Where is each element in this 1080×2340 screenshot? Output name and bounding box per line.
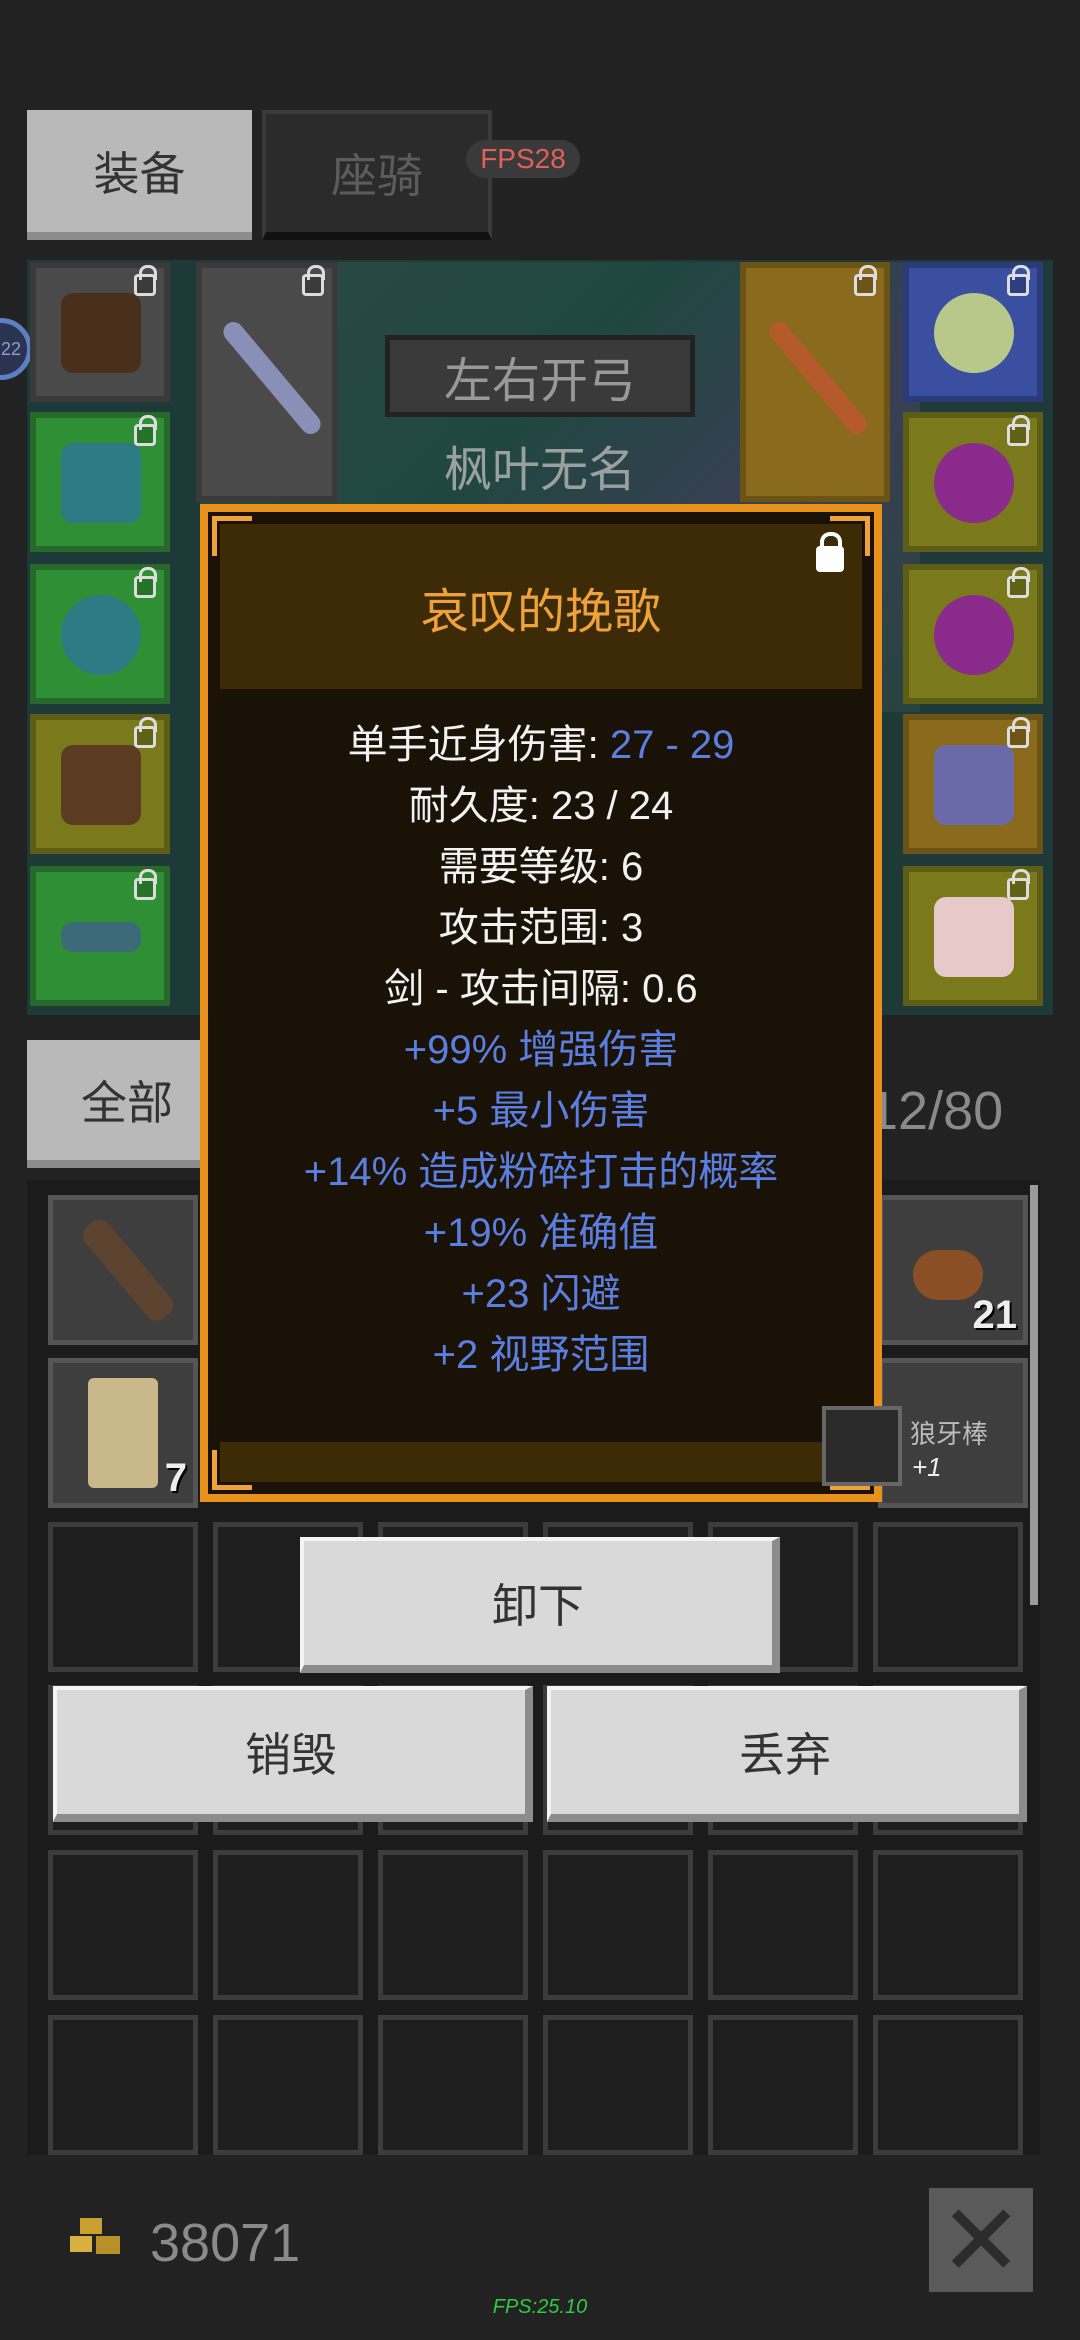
sword-icon [219,317,325,439]
close-button[interactable]: ✕ [929,2185,1033,2297]
bag-slot[interactable] [213,2015,363,2155]
bag-filter-all[interactable]: 全部 [27,1040,227,1168]
lock-icon [1007,717,1030,748]
ring-icon [934,443,1014,523]
helmet-icon [61,293,141,373]
stat-durability: 耐久度: 23 / 24 [408,784,674,828]
tab-equipment[interactable]: 装备 [27,110,252,240]
bag-slot[interactable] [873,1522,1023,1672]
lock-icon [134,717,157,748]
fps-counter: FPS:25.10 [492,2296,588,2318]
item-tooltip: 哀叹的挽歌 单手近身伤害: 27 - 29 耐久度: 23 / 24 需要等级:… [200,504,882,1502]
item-count: 7 [164,1456,187,1500]
bag-slot-meat[interactable]: 21 [878,1195,1028,1345]
mod-line: +99% 增强伤害 [403,1028,679,1072]
stat-attack-interval: 剑 - 攻击间隔: 0.6 [384,967,698,1011]
lock-icon [854,265,877,296]
destroy-button[interactable]: 销毁 [53,1686,533,1822]
mace-icon [822,1406,902,1486]
bag-slot[interactable] [378,1850,528,2000]
stat-damage: 单手近身伤害: 27 - 29 [208,712,874,770]
bag-slot[interactable] [213,1850,363,2000]
equipped-item-plus: +1 [912,1452,942,1482]
stat-level-requirement: 需要等级: 6 [438,845,644,889]
boots-slot[interactable] [30,714,170,854]
lock-icon [1007,869,1030,900]
belt-icon [61,922,141,952]
gloves-slot[interactable] [30,564,170,704]
bag-slot[interactable] [708,2015,858,2155]
close-icon: ✕ [939,2184,1023,2297]
character-title: 左右开弓 [385,335,695,417]
bag-slot[interactable] [378,2015,528,2155]
helmet-slot[interactable] [30,262,170,402]
mod-line: +2 视野范围 [432,1333,650,1377]
bag-slot[interactable] [543,2015,693,2155]
stat-attack-range: 攻击范围: 3 [438,906,644,950]
bag-slot[interactable] [543,1850,693,2000]
mod-line: +14% 造成粉碎打击的概率 [303,1150,779,1194]
ring-icon [934,595,1014,675]
corner-ornament [830,516,870,556]
mod-line: +5 最小伤害 [432,1089,650,1133]
lock-icon [1007,567,1030,598]
scroll-icon [88,1378,158,1488]
bag-slot[interactable] [873,1850,1023,2000]
armor-slot[interactable] [30,412,170,552]
tooltip-footer [220,1442,862,1482]
unequip-button[interactable]: 卸下 [300,1537,780,1673]
ring-slot-2[interactable] [903,564,1043,704]
gloves-icon [61,595,141,675]
boots-icon [61,745,141,825]
pet-slot-2[interactable] [903,866,1043,1006]
ring-slot-1[interactable] [903,412,1043,552]
corner-ornament [212,516,252,556]
bag-slot[interactable] [708,1850,858,2000]
fps-indicator: FPS28 [466,140,580,178]
lock-icon [302,265,325,296]
bag-slot-mace[interactable] [48,1195,198,1345]
bag-scrollbar[interactable] [1030,1185,1038,1605]
dagger-icon [765,317,871,439]
weapon-slot[interactable] [196,262,338,502]
offhand-slot[interactable] [740,262,890,502]
armor-icon [61,443,141,523]
player-name: 枫叶无名 [443,444,636,497]
rabbit-icon [934,897,1014,977]
necklace-icon [934,293,1014,373]
equipped-compare[interactable]: 狼牙棒 +1 [822,1406,1052,1490]
drop-button[interactable]: 丢弃 [547,1686,1027,1822]
bag-slot-scroll[interactable]: 7 [48,1358,198,1508]
lock-icon [134,415,157,446]
gold-amount: 38071 [150,2213,301,2273]
pet-slot-1[interactable] [903,714,1043,854]
mod-line: +19% 准确值 [423,1211,659,1255]
lock-icon [134,265,157,296]
bag-slot[interactable] [48,1522,198,1672]
lock-icon [1007,265,1030,296]
lock-icon [134,567,157,598]
item-count: 21 [972,1293,1018,1337]
item-name: 哀叹的挽歌 [420,586,661,639]
bag-slot[interactable] [873,2015,1023,2155]
tab-mount[interactable]: 座骑 [262,110,492,240]
equipped-item-name: 狼牙棒 [910,1419,989,1449]
mace-icon [77,1214,179,1326]
tooltip-header: 哀叹的挽歌 [220,524,862,689]
belt-slot[interactable] [30,866,170,1006]
bag-slot[interactable] [48,2015,198,2155]
necklace-slot[interactable] [903,262,1043,402]
mod-line: +23 闪避 [461,1272,621,1316]
lock-icon [134,869,157,900]
stat-damage-label: 单手近身伤害: [347,723,610,767]
lock-icon [1007,415,1030,446]
bag-capacity: 12/80 [868,1081,1004,1141]
gold-icon [70,2218,120,2254]
bag-slot[interactable] [48,1850,198,2000]
pet-icon [934,745,1014,825]
stat-damage-value: 27 - 29 [609,723,735,767]
